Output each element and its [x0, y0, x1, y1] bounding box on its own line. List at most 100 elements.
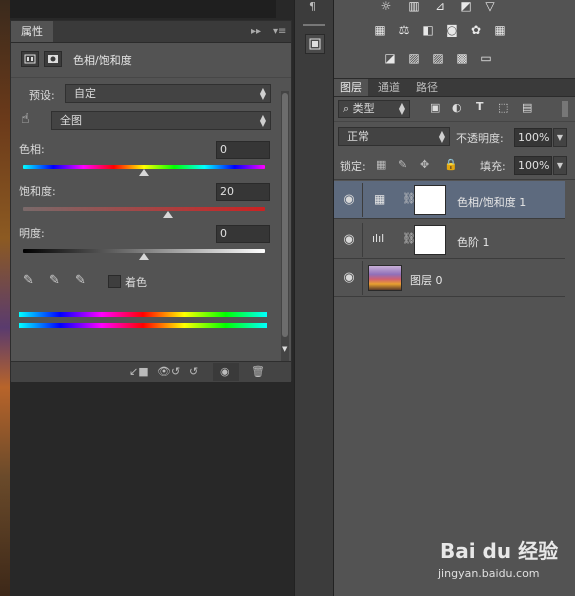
curves-icon[interactable]: ⊿ [432, 0, 448, 12]
layer-name: 图层 0 [410, 274, 443, 287]
black-white-icon[interactable]: ◧ [420, 24, 436, 36]
properties-header: 色相/饱和度 [11, 43, 291, 78]
hand-tool-icon[interactable]: ☝ [21, 111, 30, 127]
eye-icon[interactable]: ◉ [338, 229, 360, 251]
properties-scrollbar[interactable]: ▼ [281, 91, 289, 361]
layer-name: 色阶 1 [457, 236, 490, 249]
reset-icon[interactable]: ↺ [189, 362, 198, 382]
brightness-icon[interactable]: ☼ [378, 0, 394, 12]
opacity-dropdown-arrow[interactable]: ▼ [553, 128, 567, 147]
levels-icon[interactable]: ▥ [406, 0, 422, 12]
hue-slider-thumb[interactable] [139, 169, 149, 176]
filter-toggle[interactable] [562, 101, 568, 117]
gradient-triangle-icon[interactable]: ▽ [482, 0, 498, 12]
saturation-input[interactable]: 20 [216, 183, 270, 201]
panel-menu-icon[interactable]: ▾≡ [273, 21, 286, 42]
properties-panel: 属性 ▸▸ ▾≡ 色相/饱和度 预设: 自定 ▲ ▼ ☝ 全图 ▲ ▼ 色相: 0 … [10, 20, 292, 382]
layer-row-image[interactable]: ◉ 图层 0 [334, 259, 565, 297]
divider [334, 121, 575, 122]
tab-layers[interactable]: 图层 [334, 79, 368, 96]
colorize-checkbox[interactable] [108, 275, 121, 288]
hue-sat-layer-icon: ▦ [374, 192, 386, 206]
exposure-icon[interactable]: ◩ [458, 0, 474, 12]
scrollbar-thumb[interactable] [282, 93, 288, 337]
saturation-slider-thumb[interactable] [163, 211, 174, 218]
tab-properties[interactable]: 属性 [11, 21, 53, 42]
mask-icon[interactable] [44, 51, 62, 67]
dock-divider [303, 24, 325, 26]
filter-pixel-icon[interactable]: ▣ [430, 101, 440, 114]
trash-icon[interactable]: 🗑 [251, 362, 265, 382]
tab-paths[interactable]: 路径 [410, 79, 444, 96]
colorize-label: 着色 [125, 276, 147, 289]
view-previous-icon[interactable]: 👁↺ [157, 362, 180, 382]
hue-sat-icon[interactable]: ▦ [372, 24, 388, 36]
filter-smart-icon[interactable]: ▤ [522, 101, 532, 114]
eye-icon[interactable]: ◉ [338, 189, 360, 211]
preset-dropdown[interactable]: 自定 ▲ ▼ [65, 84, 271, 103]
hue-label: 色相: [19, 143, 45, 156]
gradient-map-icon[interactable]: ▭ [478, 52, 494, 64]
channel-mixer-icon[interactable]: ✿ [468, 24, 484, 36]
lock-transparent-icon[interactable]: ▦ [376, 158, 386, 171]
invert-icon[interactable]: ◪ [382, 52, 398, 64]
hue-input[interactable]: 0 [216, 141, 270, 159]
blend-mode-value: 正常 [347, 130, 369, 143]
canvas-top-area [10, 0, 276, 18]
fill-input[interactable]: 100% [514, 156, 552, 175]
lightness-label: 明度: [19, 227, 45, 240]
blend-mode-dropdown[interactable]: 正常 ▲ ▼ [338, 127, 450, 146]
layers-panel: 图层 通道 路径 ⌕ 类型 ▲ ▼ ▣ ◐ T ⬚ ▤ 正常 ▲ ▼ 不透明度: 1… [334, 79, 575, 596]
filter-adjustment-icon[interactable]: ◐ [452, 101, 462, 114]
visibility-toggle[interactable]: ◉ [213, 363, 239, 381]
paragraph-icon[interactable]: ¶ [309, 0, 316, 13]
layer-filter-dropdown[interactable]: ⌕ 类型 ▲ ▼ [338, 100, 410, 118]
selective-color-icon[interactable]: ▩ [454, 52, 470, 64]
photo-filter-icon[interactable]: ◙ [444, 24, 460, 36]
fill-label: 填充: [480, 160, 506, 173]
scroll-down-icon[interactable]: ▼ [282, 345, 287, 353]
lightness-input[interactable]: 0 [216, 225, 270, 243]
eyedropper-icon[interactable]: ✎ [23, 273, 34, 288]
lock-label: 锁定: [340, 160, 366, 173]
filter-shape-icon[interactable]: ⬚ [498, 101, 508, 114]
collapse-icon[interactable]: ▸▸ [251, 21, 261, 42]
layer-mask-thumbnail[interactable] [414, 225, 446, 255]
layer-mask-thumbnail[interactable] [414, 185, 446, 215]
properties-footer: ↙■ 👁↺ ↺ ◉ 🗑 [11, 361, 291, 382]
properties-tabbar: 属性 ▸▸ ▾≡ [11, 21, 291, 43]
clip-to-layer-icon[interactable]: ↙■ [129, 362, 149, 382]
layer-row-levels[interactable]: ◉ ılıl ⛓ 色阶 1 [334, 221, 565, 259]
opacity-label: 不透明度: [456, 132, 504, 145]
cube-tool-icon[interactable] [305, 34, 325, 54]
eye-icon[interactable]: ◉ [338, 267, 360, 289]
baidu-watermark-url: jingyan.baidu.com [438, 567, 540, 580]
eyedropper-minus-icon[interactable]: ✎ [75, 273, 86, 288]
input-color-bar [19, 312, 267, 317]
tool-dock-strip: ¶ [294, 0, 334, 596]
saturation-slider-track[interactable] [23, 207, 265, 211]
layer-name: 色相/饱和度 1 [457, 196, 527, 209]
color-balance-icon[interactable]: ⚖ [396, 24, 412, 36]
image-layer-thumbnail[interactable] [368, 265, 402, 291]
layer-row-hue-saturation[interactable]: ◉ ▦ ⛓ 色相/饱和度 1 [334, 181, 565, 219]
levels-layer-icon: ılıl [372, 232, 385, 245]
adjustment-icon[interactable] [21, 51, 39, 67]
layers-tabbar: 图层 通道 路径 [334, 79, 575, 97]
lightness-slider-thumb[interactable] [139, 253, 149, 260]
lock-brush-icon[interactable]: ✎ [398, 158, 407, 171]
canvas-image-edge [0, 0, 10, 596]
posterize-icon[interactable]: ▨ [406, 52, 422, 64]
eyedropper-plus-icon[interactable]: ✎ [49, 273, 60, 288]
lock-all-icon[interactable]: 🔒 [444, 158, 458, 171]
tab-channels[interactable]: 通道 [372, 79, 406, 96]
channel-dropdown[interactable]: 全图 ▲ ▼ [51, 111, 271, 130]
threshold-icon[interactable]: ▨ [430, 52, 446, 64]
color-lookup-icon[interactable]: ▦ [492, 24, 508, 36]
fill-dropdown-arrow[interactable]: ▼ [553, 156, 567, 175]
properties-title: 色相/饱和度 [73, 54, 132, 67]
saturation-label: 饱和度: [19, 185, 56, 198]
lock-move-icon[interactable]: ✥ [420, 158, 429, 171]
opacity-input[interactable]: 100% [514, 128, 552, 147]
filter-type-icon[interactable]: T [476, 100, 484, 113]
